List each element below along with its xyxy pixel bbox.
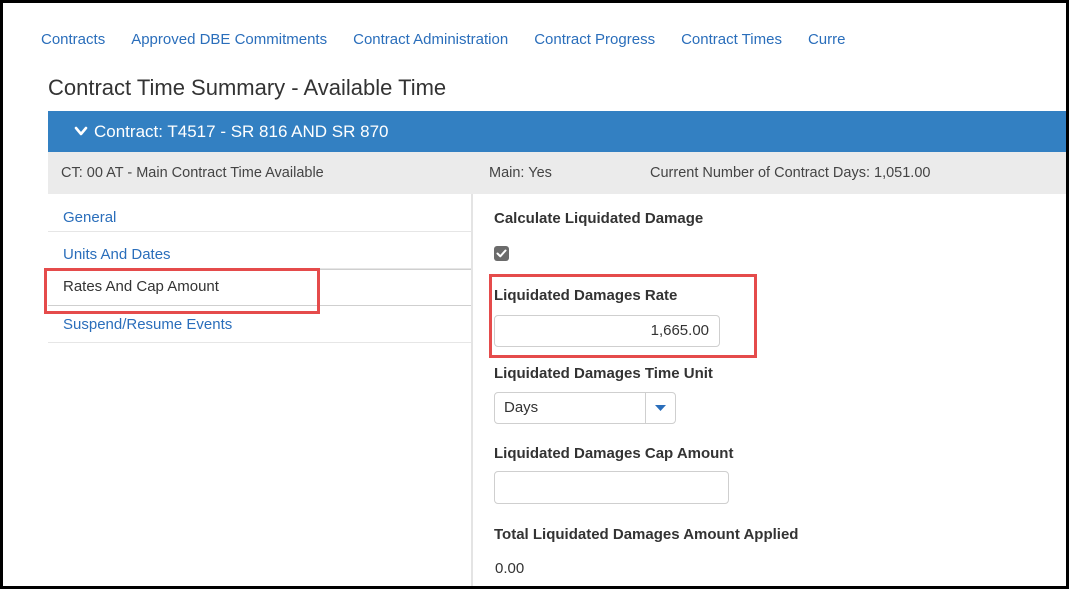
ld-time-unit-value: Days (504, 399, 539, 416)
tab-contract-progress[interactable]: Contract Progress (534, 31, 655, 48)
total-ld-applied-value: 0.00 (495, 560, 525, 577)
highlight-rates-tab (44, 268, 320, 314)
contract-time-info-row: CT: 00 AT - Main Contract Time Available… (48, 152, 1066, 194)
contract-days: Current Number of Contract Days: 1,051.0… (650, 165, 931, 181)
app-window: Contracts Approved DBE Commitments Contrac… (0, 0, 1069, 589)
ld-time-unit-label: Liquidated Damages Time Unit (494, 365, 713, 382)
top-nav: Contracts Approved DBE Commitments Contrac… (41, 31, 871, 48)
contract-header-label: Contract: T4517 - SR 816 AND SR 870 (94, 122, 389, 141)
main-flag: Main: Yes (489, 165, 552, 181)
tab-approved-dbe-commitments[interactable]: Approved DBE Commitments (131, 31, 327, 48)
contract-header-bar[interactable]: Contract: T4517 - SR 816 AND SR 870 (48, 111, 1066, 152)
calculate-ld-checkbox[interactable] (494, 246, 509, 261)
tab-contract-administration[interactable]: Contract Administration (353, 31, 508, 48)
total-ld-applied-label: Total Liquidated Damages Amount Applied (494, 526, 799, 543)
page-title: Contract Time Summary - Available Time (48, 75, 447, 100)
highlight-ld-rate-field (489, 274, 757, 358)
calculate-ld-label: Calculate Liquidated Damage (494, 210, 704, 227)
select-dropdown-button[interactable] (645, 393, 675, 423)
ld-time-unit-select[interactable]: Days (494, 392, 676, 424)
caret-down-icon (655, 405, 666, 411)
tab-contracts[interactable]: Contracts (41, 31, 105, 48)
tab-current-truncated[interactable]: Curre (808, 31, 846, 48)
checkmark-icon (496, 249, 507, 258)
sidebar-item-general[interactable]: General (48, 195, 471, 232)
ld-cap-amount-label: Liquidated Damages Cap Amount (494, 445, 734, 462)
ld-cap-amount-input[interactable] (494, 471, 729, 504)
chevron-down-icon[interactable] (74, 124, 88, 138)
contract-time-code: CT: 00 AT - Main Contract Time Available (61, 165, 324, 181)
panel-divider (471, 194, 473, 586)
tab-contract-times[interactable]: Contract Times (681, 31, 782, 48)
sidebar-item-units-and-dates[interactable]: Units And Dates (48, 232, 471, 269)
